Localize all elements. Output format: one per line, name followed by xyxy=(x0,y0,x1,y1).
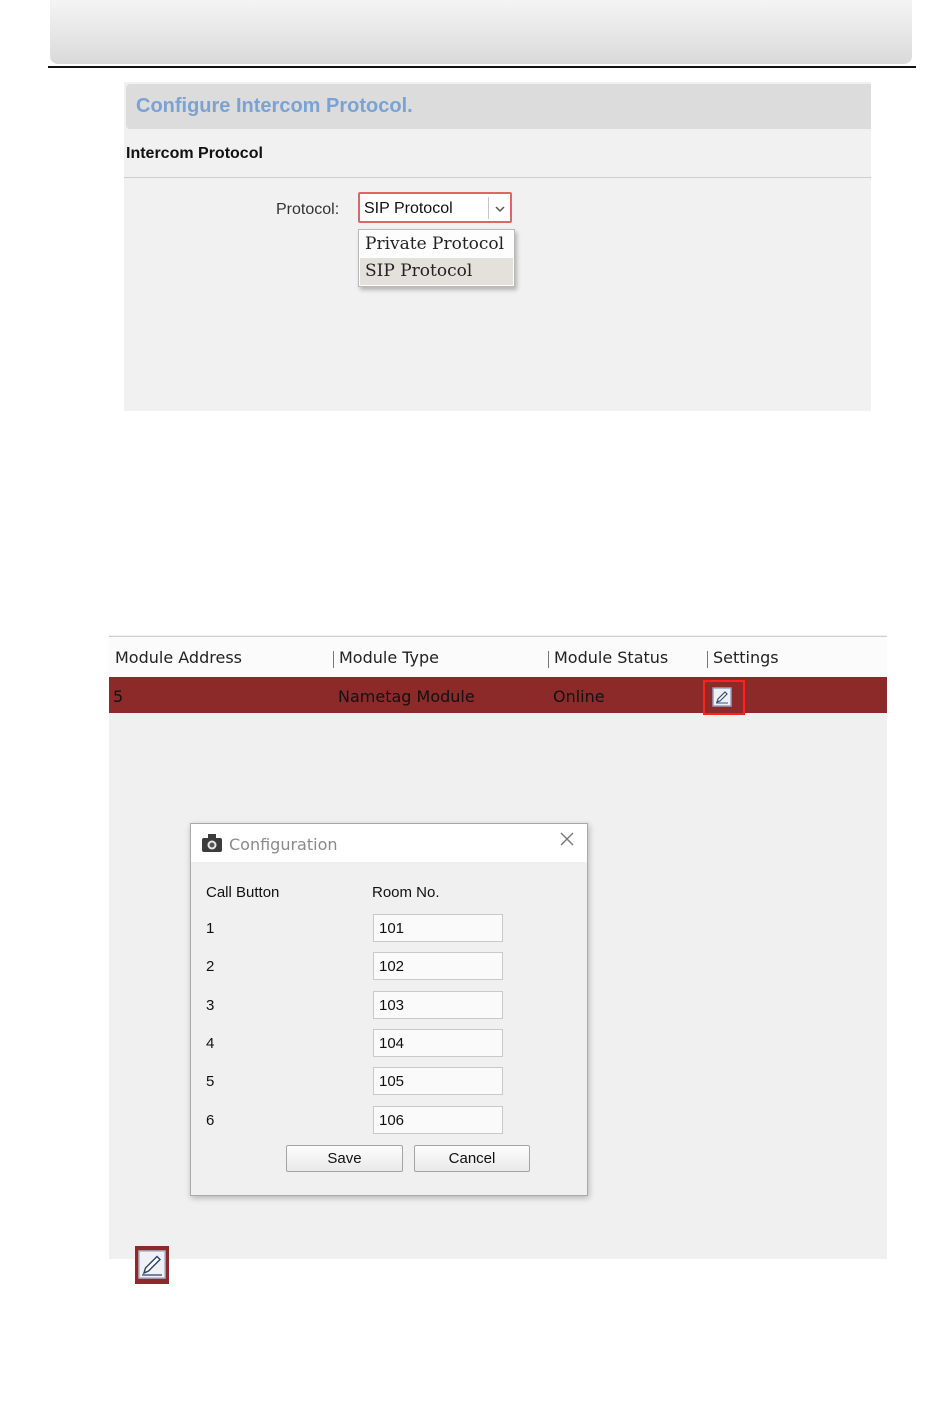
protocol-dropdown-list: Private Protocol SIP Protocol xyxy=(358,229,515,287)
call-button-number: 3 xyxy=(206,997,215,1014)
select-separator xyxy=(488,197,489,219)
camera-app-icon xyxy=(201,833,223,857)
column-header-module-type[interactable]: Module Type xyxy=(339,648,439,667)
column-header-module-status[interactable]: Module Status xyxy=(554,648,668,667)
dialog-title: Configuration xyxy=(229,835,338,854)
close-icon[interactable] xyxy=(559,830,575,852)
page-header-bar xyxy=(50,0,912,64)
room-number-input[interactable] xyxy=(373,1067,503,1095)
protocol-label: Protocol: xyxy=(276,201,340,218)
cell-module-address: 5 xyxy=(113,687,124,706)
chevron-down-icon[interactable] xyxy=(494,199,506,223)
protocol-select-value: SIP Protocol xyxy=(364,200,453,217)
configuration-dialog: Configuration Call Button Room No. 1 2 3… xyxy=(190,823,588,1196)
cancel-button[interactable]: Cancel xyxy=(414,1145,530,1172)
edit-icon xyxy=(135,1246,169,1288)
cell-module-type: Nametag Module xyxy=(338,687,475,706)
call-button-number: 6 xyxy=(206,1112,215,1129)
room-number-input[interactable] xyxy=(373,952,503,980)
room-number-input[interactable] xyxy=(373,1106,503,1134)
column-header-settings[interactable]: Settings xyxy=(713,648,779,667)
dropdown-option-sip-protocol[interactable]: SIP Protocol xyxy=(360,258,513,285)
dropdown-option-private-protocol[interactable]: Private Protocol xyxy=(360,231,513,258)
header-divider xyxy=(48,66,916,68)
column-header-module-address[interactable]: Module Address xyxy=(115,648,242,667)
save-button[interactable]: Save xyxy=(286,1145,403,1172)
column-label-call-button: Call Button xyxy=(206,884,280,901)
section-title: Intercom Protocol xyxy=(126,145,263,162)
room-number-input[interactable] xyxy=(373,914,503,942)
column-separator xyxy=(548,651,549,668)
cell-module-status: Online xyxy=(553,687,605,706)
call-button-number: 5 xyxy=(206,1073,215,1090)
section-divider xyxy=(124,177,871,178)
room-number-input[interactable] xyxy=(373,1029,503,1057)
column-separator xyxy=(333,651,334,668)
edit-icon[interactable] xyxy=(712,687,732,711)
panel-title: Configure Intercom Protocol. xyxy=(136,95,413,117)
call-button-number: 4 xyxy=(206,1035,215,1052)
call-button-number: 2 xyxy=(206,958,215,975)
column-label-room-no: Room No. xyxy=(372,884,440,901)
room-number-input[interactable] xyxy=(373,991,503,1019)
protocol-select[interactable]: SIP Protocol xyxy=(358,192,512,223)
table-row[interactable] xyxy=(109,677,887,713)
call-button-number: 1 xyxy=(206,920,215,937)
column-separator xyxy=(707,651,708,668)
